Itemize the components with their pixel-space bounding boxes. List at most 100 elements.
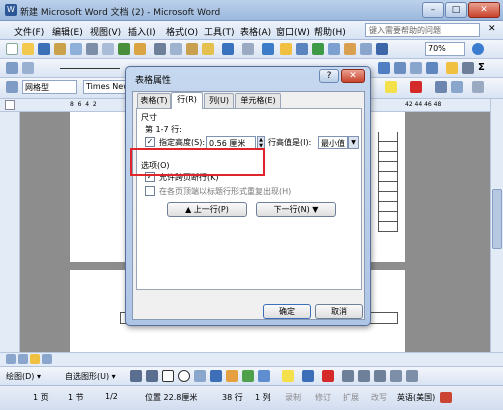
menu-view[interactable]: 视图(V) <box>90 25 121 38</box>
spelling-icon[interactable] <box>118 43 130 55</box>
textbox-icon[interactable] <box>194 370 206 382</box>
font-select[interactable]: Times New <box>83 80 128 94</box>
columns-icon[interactable] <box>328 43 340 55</box>
undo-icon[interactable] <box>222 43 234 55</box>
status-trk[interactable]: 修订 <box>315 392 331 403</box>
menu-window[interactable]: 窗口(W) <box>276 25 310 38</box>
copy-icon[interactable] <box>170 43 182 55</box>
split-icon[interactable] <box>426 62 438 74</box>
insert-excel-icon[interactable] <box>312 43 324 55</box>
sum-icon[interactable]: Σ <box>478 62 485 73</box>
save-icon[interactable] <box>38 43 50 55</box>
print-icon[interactable] <box>86 43 98 55</box>
shrink-icon[interactable] <box>451 81 463 93</box>
insert-table-icon[interactable] <box>296 43 308 55</box>
help-close-icon[interactable]: ✕ <box>488 24 496 34</box>
chevron-down-icon[interactable]: ▼ <box>348 136 359 149</box>
drawing-icon[interactable] <box>344 43 356 55</box>
status-ovr[interactable]: 改写 <box>371 392 387 403</box>
paste-icon[interactable] <box>186 43 198 55</box>
zoom-select[interactable]: 70% <box>425 42 465 56</box>
line-style-icon[interactable] <box>342 370 354 382</box>
ok-button[interactable]: 确定 <box>263 304 311 319</box>
autoshapes-menu[interactable]: 自选图形(U) ▾ <box>65 371 116 382</box>
minimize-button[interactable]: – <box>422 2 444 18</box>
menu-format[interactable]: 格式(O) <box>166 25 198 38</box>
reading-view-icon[interactable] <box>42 354 52 364</box>
open-folder-icon[interactable] <box>22 43 34 55</box>
font-color-icon[interactable] <box>410 81 422 93</box>
style-select[interactable]: 网格型 <box>22 80 77 94</box>
menu-help[interactable]: 帮助(H) <box>314 25 346 38</box>
new-document-icon[interactable] <box>6 43 18 55</box>
vertical-scrollbar[interactable] <box>490 99 503 352</box>
horizontal-scrollbar[interactable] <box>0 352 503 366</box>
print-preview-icon[interactable] <box>102 43 114 55</box>
menu-insert[interactable]: 插入(I) <box>128 25 156 38</box>
merge-icon[interactable] <box>410 62 422 74</box>
highlight-icon[interactable] <box>385 81 397 93</box>
cancel-button[interactable]: 取消 <box>315 304 363 319</box>
edit-icon[interactable] <box>6 62 18 74</box>
previous-row-button[interactable]: ▲ 上一行(P) <box>167 202 247 217</box>
line-style-bar[interactable] <box>60 68 120 69</box>
tab-column[interactable]: 列(U) <box>204 93 234 108</box>
tab-table[interactable]: 表格(T) <box>137 93 171 108</box>
cut-icon[interactable] <box>154 43 166 55</box>
sort-icon[interactable] <box>462 62 474 74</box>
print-view-icon[interactable] <box>30 354 40 364</box>
rectangle-icon[interactable] <box>162 370 174 382</box>
scroll-thumb[interactable] <box>492 189 502 249</box>
specify-height-checkbox[interactable]: ✓ <box>145 137 155 147</box>
diagram-icon[interactable] <box>226 370 238 382</box>
format-painter-icon[interactable] <box>202 43 214 55</box>
close-button[interactable]: ✕ <box>468 2 500 18</box>
hyperlink-icon[interactable] <box>262 43 274 55</box>
web-view-icon[interactable] <box>18 354 28 364</box>
clipart-icon[interactable] <box>242 370 254 382</box>
permission-icon[interactable] <box>54 43 66 55</box>
line-color-icon[interactable] <box>302 370 314 382</box>
options-icon[interactable] <box>472 81 484 93</box>
next-row-button[interactable]: 下一行(N) ▼ <box>256 202 336 217</box>
menu-file[interactable]: 文件(F) <box>14 25 44 38</box>
styles-icon[interactable] <box>6 81 18 93</box>
line-icon[interactable] <box>130 370 142 382</box>
draw-menu[interactable]: 绘图(D) ▾ <box>6 371 41 382</box>
tab-row[interactable]: 行(R) <box>171 92 203 109</box>
research-icon[interactable] <box>134 43 146 55</box>
repeat-header-checkbox[interactable] <box>145 186 155 196</box>
email-icon[interactable] <box>70 43 82 55</box>
menu-edit[interactable]: 编辑(E) <box>52 25 83 38</box>
dash-style-icon[interactable] <box>358 370 370 382</box>
redo-icon[interactable] <box>242 43 254 55</box>
menu-table[interactable]: 表格(A) <box>240 25 271 38</box>
status-ext[interactable]: 扩展 <box>343 392 359 403</box>
dialog-close-button[interactable]: ✕ <box>341 69 365 83</box>
dialog-help-button[interactable]: ? <box>319 69 339 83</box>
arrow-icon[interactable] <box>146 370 158 382</box>
arrow-style-icon[interactable] <box>374 370 386 382</box>
height-mode-select[interactable]: 最小值 <box>318 136 348 149</box>
wordart-icon[interactable] <box>210 370 222 382</box>
spelling-status-icon[interactable] <box>440 392 452 403</box>
oval-icon[interactable] <box>178 370 190 382</box>
status-rec[interactable]: 录制 <box>285 392 301 403</box>
show-hide-icon[interactable] <box>376 43 388 55</box>
border-icon[interactable] <box>394 62 406 74</box>
grid-icon[interactable] <box>378 62 390 74</box>
grow-icon[interactable] <box>435 81 447 93</box>
menu-tools[interactable]: 工具(T) <box>204 25 235 38</box>
autofit-icon[interactable] <box>446 62 458 74</box>
fill-color-icon[interactable] <box>282 370 294 382</box>
document-map-icon[interactable] <box>360 43 372 55</box>
help-search-input[interactable]: 键入需要帮助的问题 <box>365 23 480 37</box>
tab-stop-selector[interactable] <box>5 100 15 110</box>
text-color-icon[interactable] <box>322 370 334 382</box>
tab-cell[interactable]: 单元格(E) <box>235 93 281 108</box>
normal-view-icon[interactable] <box>6 354 16 364</box>
shadow-icon[interactable] <box>390 370 402 382</box>
picture-icon[interactable] <box>258 370 270 382</box>
check-icon[interactable] <box>22 62 34 74</box>
maximize-button[interactable]: □ <box>445 2 467 18</box>
